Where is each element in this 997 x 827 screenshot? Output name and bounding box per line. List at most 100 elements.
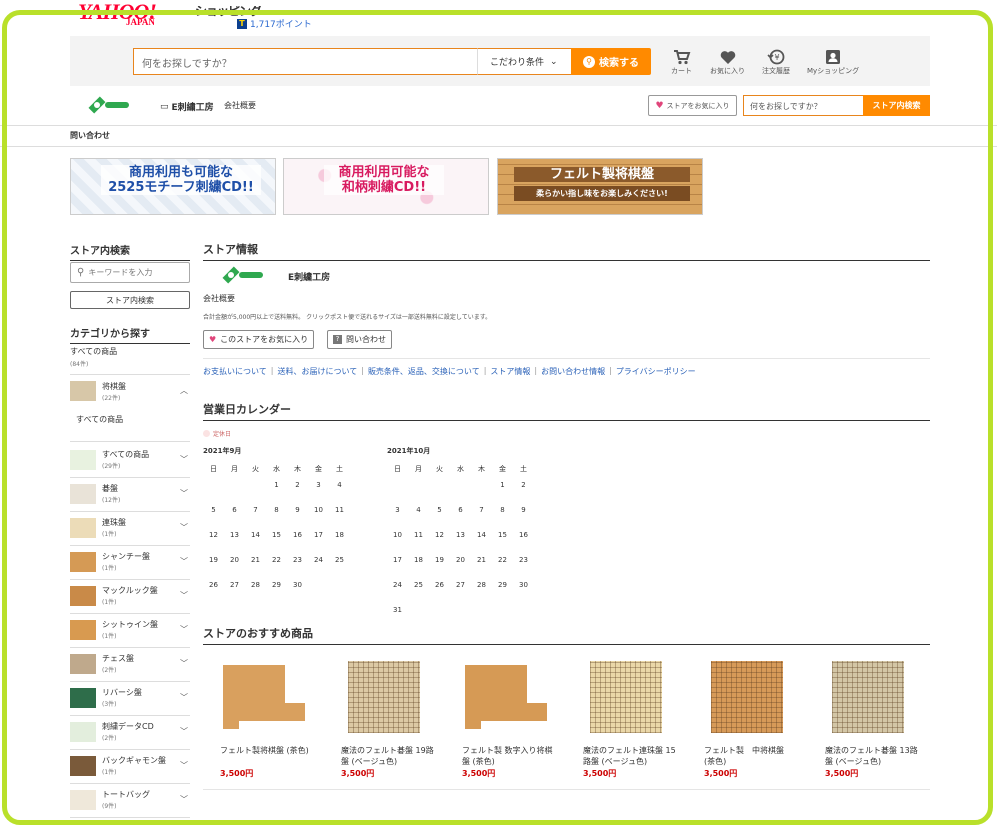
weekday-header: 月 [231, 465, 238, 473]
calendar-day: 19 [435, 556, 444, 564]
product-image[interactable] [687, 657, 797, 737]
sidebar-category-item[interactable]: シットゥイン盤 (1件) ﹀ [70, 614, 190, 648]
policy-link[interactable]: 送料、お届けについて [277, 366, 357, 377]
sidebar-category-item[interactable]: リバーシ盤 (3件) ﹀ [70, 682, 190, 716]
store-favorite-label: ストアをお気に入り [666, 101, 730, 110]
calendar-day: 22 [498, 556, 507, 564]
sidebar-all-products[interactable]: すべての商品 [70, 346, 117, 357]
holiday-dot-icon [203, 430, 210, 437]
banner-felt-shogi[interactable]: フェルト製将棋盤 柔らかい指し味をお楽しみください! [497, 158, 703, 215]
sidebar-category-item[interactable]: 刺繍データCD (2件) ﹀ [70, 716, 190, 750]
policy-link[interactable]: プライバシーポリシー [616, 366, 696, 377]
product-card[interactable]: 魔法のフェルト連珠盤 15路盤 (ベージュ色) 3,500円 [566, 657, 676, 779]
product-image[interactable] [324, 657, 434, 737]
inquiry-link[interactable]: 問い合わせ [70, 130, 110, 141]
store-info-about[interactable]: 会社概要 [203, 293, 235, 304]
banner-wagara-cd[interactable]: 商用利用可能な 和柄刺繍CD!! [283, 158, 489, 215]
product-name[interactable]: フェルト製将棋盤 (茶色) [203, 745, 313, 767]
store-favorite-button[interactable]: ♥ ストアをお気に入り [648, 95, 737, 116]
calendar-day: 18 [414, 556, 423, 564]
divider [70, 441, 190, 442]
banner-motif-cd[interactable]: 商用利用も可能な 2525モチーフ刺繍CD!! [70, 158, 276, 215]
sidebar-category-item[interactable]: 碁盤 (12件) ﹀ [70, 478, 190, 512]
product-image[interactable] [808, 657, 918, 737]
policy-link[interactable]: ストア情報 [490, 366, 530, 377]
svg-text:¥: ¥ [774, 53, 779, 62]
sidebar-keyword-input[interactable]: ⚲ キーワードを入力 [70, 262, 190, 283]
category-thumb [70, 620, 96, 640]
product-image[interactable] [203, 657, 313, 737]
product-name[interactable]: 魔法のフェルト碁盤 13路盤 (ベージュ色) [808, 745, 918, 767]
store-logo[interactable] [88, 96, 130, 117]
calendar-day: 19 [209, 556, 218, 564]
sidebar-category-item[interactable]: シャンチー盤 (1件) ﹀ [70, 546, 190, 580]
store-name[interactable]: ▭ E刺繍工房 [160, 100, 214, 114]
user-icon [825, 48, 841, 66]
calendar-day [203, 479, 224, 504]
category-name: リバーシ盤 [102, 688, 142, 697]
calendar-day: 15 [272, 531, 281, 539]
condition-dropdown[interactable]: こだわり条件 ⌄ [477, 48, 572, 75]
question-icon: ? [333, 335, 342, 344]
order-history-link[interactable]: ¥ 注文履歴 [762, 48, 790, 76]
inquiry-button[interactable]: ? 問い合わせ [327, 330, 392, 349]
my-shopping-label: Myショッピング [807, 67, 860, 75]
category-thumb [70, 756, 96, 776]
banner-line1: 商用利用も可能な [128, 165, 233, 180]
calendar-day: 17 [314, 531, 323, 539]
sidebar-category-item[interactable]: トートバッグ (9件) ﹀ [70, 784, 190, 818]
product-image[interactable] [566, 657, 676, 737]
sidebar-shogi-all[interactable]: すべての商品 [76, 414, 123, 425]
favorite-store-button[interactable]: ♥ このストアをお気に入り [203, 330, 315, 349]
search-input[interactable]: 何をお探しですか？ [133, 48, 478, 75]
calendar-day: 30 [519, 581, 528, 589]
product-card[interactable]: 魔法のフェルト碁盤 19路盤 (ベージュ色) 3,500円 [324, 657, 434, 779]
chevron-down-icon: ⌄ [550, 56, 558, 67]
cart-link[interactable]: カート [671, 48, 692, 76]
sidebar-category-item[interactable]: すべての商品 (29件) ﹀ [70, 444, 190, 478]
category-thumb [70, 552, 96, 572]
product-name[interactable]: フェルト製 数字入り将棋盤 (茶色) [445, 745, 555, 767]
category-thumb [70, 484, 96, 504]
weekday-header: 日 [210, 465, 217, 473]
yahoo-logo-japan: JAPAN [126, 17, 155, 27]
calendar-day: 3 [395, 506, 400, 514]
category-name: シャンチー盤 [102, 552, 150, 561]
category-thumb [70, 518, 96, 538]
calendar-day: 21 [477, 556, 486, 564]
calendar-day: 7 [479, 506, 484, 514]
product-name[interactable]: フェルト製 中将棋盤 (茶色) [687, 745, 797, 767]
policy-link[interactable]: お問い合わせ情報 [541, 366, 605, 377]
store-search-input[interactable]: 何をお探しですか？ [743, 95, 864, 116]
my-shopping-link[interactable]: Myショッピング [807, 48, 859, 76]
favorites-link[interactable]: お気に入り [710, 48, 745, 76]
sidebar-search-button[interactable]: ストア内検索 [70, 291, 190, 309]
product-image[interactable] [445, 657, 555, 737]
search-button[interactable]: ⚲ 検索する [571, 48, 651, 75]
calendar-day: 23 [519, 556, 528, 564]
chevron-up-icon: ︿ [180, 386, 188, 395]
policy-link[interactable]: 販売条件、返品、交換について [368, 366, 480, 377]
product-card[interactable]: フェルト製将棋盤 (茶色) 3,500円 [203, 657, 313, 779]
link-separator: | [534, 366, 538, 375]
calendar-day: 1 [274, 481, 279, 489]
product-card[interactable]: フェルト製 数字入り将棋盤 (茶色) 3,500円 [445, 657, 555, 779]
sidebar-category-item[interactable]: チェス盤 (2件) ﹀ [70, 648, 190, 682]
policy-link[interactable]: お支払いについて [203, 366, 267, 377]
product-card[interactable]: フェルト製 中将棋盤 (茶色) 3,500円 [687, 657, 797, 779]
product-name[interactable]: 魔法のフェルト碁盤 19路盤 (ベージュ色) [324, 745, 434, 767]
category-name: トートバッグ [102, 790, 150, 799]
sidebar-item-shogi[interactable]: 将棋盤 (22件) ︿ [70, 377, 190, 406]
sidebar-category-item[interactable]: マックルック盤 (1件) ﹀ [70, 580, 190, 614]
company-overview-link[interactable]: 会社概要 [224, 100, 256, 111]
sidebar-category-item[interactable]: バックギャモン盤 (1件) ﹀ [70, 750, 190, 784]
chevron-down-icon: ﹀ [180, 795, 188, 804]
product-card[interactable]: 魔法のフェルト碁盤 13路盤 (ベージュ色) 3,500円 [808, 657, 918, 779]
chevron-down-icon: ﹀ [180, 591, 188, 600]
sidebar-category-item[interactable]: 連珠盤 (1件) ﹀ [70, 512, 190, 546]
category-count: (1件) [102, 531, 117, 538]
points-balance[interactable]: T 1,717ポイント [237, 17, 312, 30]
store-search-button[interactable]: ストア内検索 [863, 95, 930, 116]
store-logo-small[interactable] [222, 266, 264, 287]
product-name[interactable]: 魔法のフェルト連珠盤 15路盤 (ベージュ色) [566, 745, 676, 767]
